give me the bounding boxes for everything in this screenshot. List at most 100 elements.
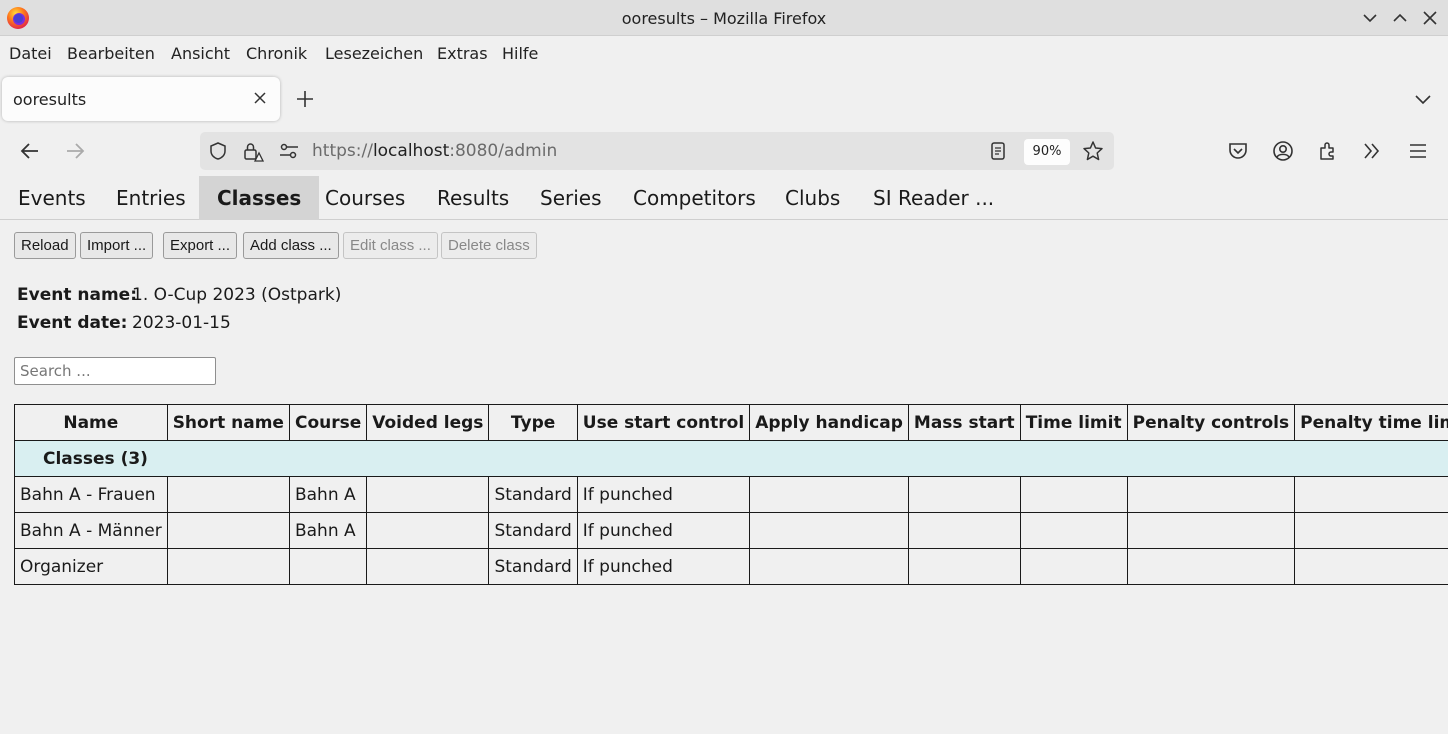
- lock-warning-icon[interactable]: [242, 141, 264, 163]
- bookmark-star-icon[interactable]: [1082, 140, 1104, 162]
- table-row[interactable]: Bahn A - Männer Bahn A Standard If punch…: [14, 512, 1448, 549]
- import-button[interactable]: Import ...: [80, 232, 154, 259]
- cell-penalty-controls: [1126, 548, 1296, 585]
- table-row[interactable]: Bahn A - Frauen Bahn A Standard If punch…: [14, 476, 1448, 513]
- event-date-label: Event date:: [17, 313, 128, 333]
- cell-type: Standard: [488, 512, 578, 549]
- event-name-value: 1. O-Cup 2023 (Ostpark): [132, 285, 342, 305]
- hamburger-menu-icon[interactable]: [1406, 139, 1430, 163]
- delete-class-button[interactable]: Delete class: [441, 232, 537, 259]
- page-content: Events Entries Classes Courses Results S…: [0, 176, 1448, 734]
- window-title: ooresults – Mozilla Firefox: [621, 9, 827, 28]
- event-date-value: 2023-01-15: [132, 313, 231, 333]
- cell-course: Bahn A: [288, 476, 368, 513]
- col-use-start-control-header[interactable]: Use start control: [576, 404, 751, 441]
- navigation-bar: https://localhost:8080/admin 90%: [0, 126, 1448, 176]
- minimize-icon[interactable]: [1360, 8, 1380, 28]
- tab-competitors[interactable]: Competitors: [615, 176, 774, 220]
- export-button[interactable]: Export ...: [163, 232, 238, 259]
- col-name-header[interactable]: Name: [14, 404, 168, 441]
- tab-entries[interactable]: Entries: [98, 176, 204, 220]
- reload-button[interactable]: Reload: [14, 232, 76, 259]
- classes-table: Name Short name Course Voided legs Type …: [13, 404, 1448, 585]
- cell-use-start-control: If punched: [576, 548, 751, 585]
- browser-tab[interactable]: ooresults: [2, 77, 280, 121]
- col-apply-handicap-header[interactable]: Apply handicap: [749, 404, 909, 441]
- cell-use-start-control: If punched: [576, 476, 751, 513]
- table-header-row: Name Short name Course Voided legs Type …: [14, 404, 1448, 441]
- close-tab-icon[interactable]: [252, 90, 268, 106]
- url-path: :8080/admin: [449, 141, 558, 161]
- cell-short-name: [166, 512, 290, 549]
- zoom-level[interactable]: 90%: [1024, 139, 1070, 165]
- search-input[interactable]: [14, 357, 216, 385]
- menu-bearbeiten[interactable]: Bearbeiten: [67, 44, 155, 63]
- cell-name: Organizer: [14, 548, 168, 585]
- back-icon[interactable]: [18, 139, 42, 163]
- col-time-limit-header[interactable]: Time limit: [1019, 404, 1128, 441]
- overflow-chevron-icon[interactable]: [1360, 139, 1384, 163]
- cell-penalty-controls: [1126, 476, 1296, 513]
- col-voided-legs-header[interactable]: Voided legs: [366, 404, 490, 441]
- cell-penalty-time-limit: [1294, 476, 1448, 513]
- tab-series[interactable]: Series: [522, 176, 620, 220]
- url-text: https://localhost:8080/admin: [312, 141, 557, 161]
- list-tabs-icon[interactable]: [1412, 88, 1434, 110]
- cell-time-limit: [1019, 548, 1128, 585]
- app-tab-bar: Events Entries Classes Courses Results S…: [0, 176, 1448, 220]
- menu-datei[interactable]: Datei: [9, 44, 52, 63]
- account-icon[interactable]: [1271, 139, 1295, 163]
- cell-type: Standard: [488, 548, 578, 585]
- url-scheme: https://: [312, 141, 373, 161]
- reader-view-icon[interactable]: [988, 141, 1008, 161]
- col-type-header[interactable]: Type: [488, 404, 578, 441]
- cell-short-name: [166, 548, 290, 585]
- cell-short-name: [166, 476, 290, 513]
- permissions-icon[interactable]: [278, 141, 300, 161]
- new-tab-icon[interactable]: [294, 88, 316, 110]
- tab-courses[interactable]: Courses: [307, 176, 423, 220]
- shield-icon[interactable]: [208, 141, 228, 161]
- col-course-header[interactable]: Course: [288, 404, 368, 441]
- col-mass-start-header[interactable]: Mass start: [907, 404, 1021, 441]
- extensions-icon[interactable]: [1316, 139, 1340, 163]
- tab-results[interactable]: Results: [419, 176, 527, 220]
- cell-use-start-control: If punched: [576, 512, 751, 549]
- group-label: Classes (3): [13, 440, 1448, 477]
- tab-classes[interactable]: Classes: [199, 176, 320, 220]
- cell-mass-start: [907, 512, 1021, 549]
- menu-bar: Datei Bearbeiten Ansicht Chronik Lesezei…: [0, 36, 1448, 72]
- tab-si-reader[interactable]: SI Reader ...: [855, 176, 1012, 220]
- maximize-icon[interactable]: [1390, 8, 1410, 28]
- menu-extras[interactable]: Extras: [437, 44, 488, 63]
- window-titlebar: ooresults – Mozilla Firefox: [0, 0, 1448, 36]
- add-class-button[interactable]: Add class ...: [243, 232, 339, 259]
- edit-class-button[interactable]: Edit class ...: [343, 232, 438, 259]
- menu-lesezeichen[interactable]: Lesezeichen: [325, 44, 423, 63]
- forward-icon[interactable]: [63, 139, 87, 163]
- col-short-name-header[interactable]: Short name: [166, 404, 290, 441]
- cell-voided-legs: [366, 512, 490, 549]
- cell-penalty-controls: [1126, 512, 1296, 549]
- event-name-label: Event name:: [17, 285, 137, 305]
- cell-course: Bahn A: [288, 512, 368, 549]
- group-row[interactable]: Classes (3): [13, 440, 1448, 477]
- table-row[interactable]: Organizer Standard If punched: [14, 548, 1448, 585]
- browser-tabstrip: ooresults: [0, 72, 1448, 126]
- url-bar[interactable]: https://localhost:8080/admin 90%: [200, 132, 1114, 170]
- pocket-icon[interactable]: [1226, 139, 1250, 163]
- col-penalty-time-limit-header[interactable]: Penalty time limit: [1294, 404, 1448, 441]
- col-penalty-controls-header[interactable]: Penalty controls: [1126, 404, 1296, 441]
- tab-events[interactable]: Events: [0, 176, 104, 220]
- cell-course: [288, 548, 368, 585]
- menu-hilfe[interactable]: Hilfe: [502, 44, 538, 63]
- url-host: localhost: [372, 141, 450, 161]
- cell-penalty-time-limit: [1294, 512, 1448, 549]
- menu-ansicht[interactable]: Ansicht: [171, 44, 230, 63]
- close-window-icon[interactable]: [1420, 8, 1440, 28]
- cell-apply-handicap: [749, 476, 909, 513]
- menu-chronik[interactable]: Chronik: [246, 44, 307, 63]
- cell-name: Bahn A - Männer: [14, 512, 168, 549]
- cell-mass-start: [907, 548, 1021, 585]
- tab-clubs[interactable]: Clubs: [767, 176, 858, 220]
